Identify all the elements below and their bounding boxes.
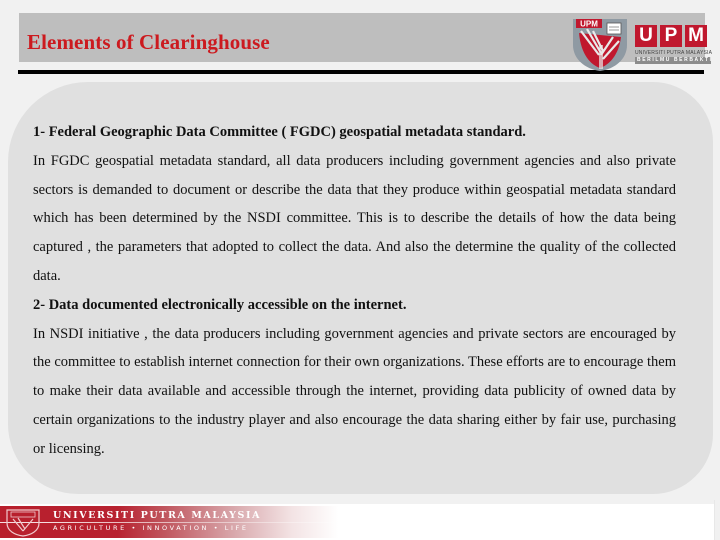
section-body: In NSDI initiative , the data producers … — [33, 325, 676, 457]
footer-tagline: AGRICULTURE • INNOVATION • LIFE — [53, 524, 249, 532]
logo-subtitle: UNIVERSITI PUTRA MALAYSIA — [635, 50, 713, 56]
upm-shield-logo-icon: UPM — [573, 19, 627, 71]
content-text: 1- Federal Geographic Data Committee ( F… — [33, 118, 676, 464]
upm-letter: P — [660, 25, 682, 47]
section-heading: 2- Data documented electronically access… — [33, 296, 407, 313]
footer-divider — [0, 522, 450, 523]
upm-wordmark: U P M — [635, 25, 707, 47]
shield-upm-text: UPM — [580, 20, 598, 29]
upm-letter: U — [635, 25, 657, 47]
section-body: In FGDC geospatial metadata standard, al… — [33, 152, 676, 284]
slide-title: Elements of Clearinghouse — [27, 30, 270, 54]
upm-crest-icon — [6, 509, 40, 537]
section-heading: 1- Federal Geographic Data Committee ( F… — [33, 124, 526, 140]
footer-university-name: UNIVERSITI PUTRA MALAYSIA — [53, 510, 262, 521]
upm-letter: M — [685, 25, 707, 47]
slide-edge — [714, 500, 715, 540]
upm-logo: UPM U P M UNIVERSITI PUTRA MALAYSIA BERI… — [571, 15, 712, 71]
logo-motto: BERILMU BERBAKTI — [635, 57, 713, 64]
